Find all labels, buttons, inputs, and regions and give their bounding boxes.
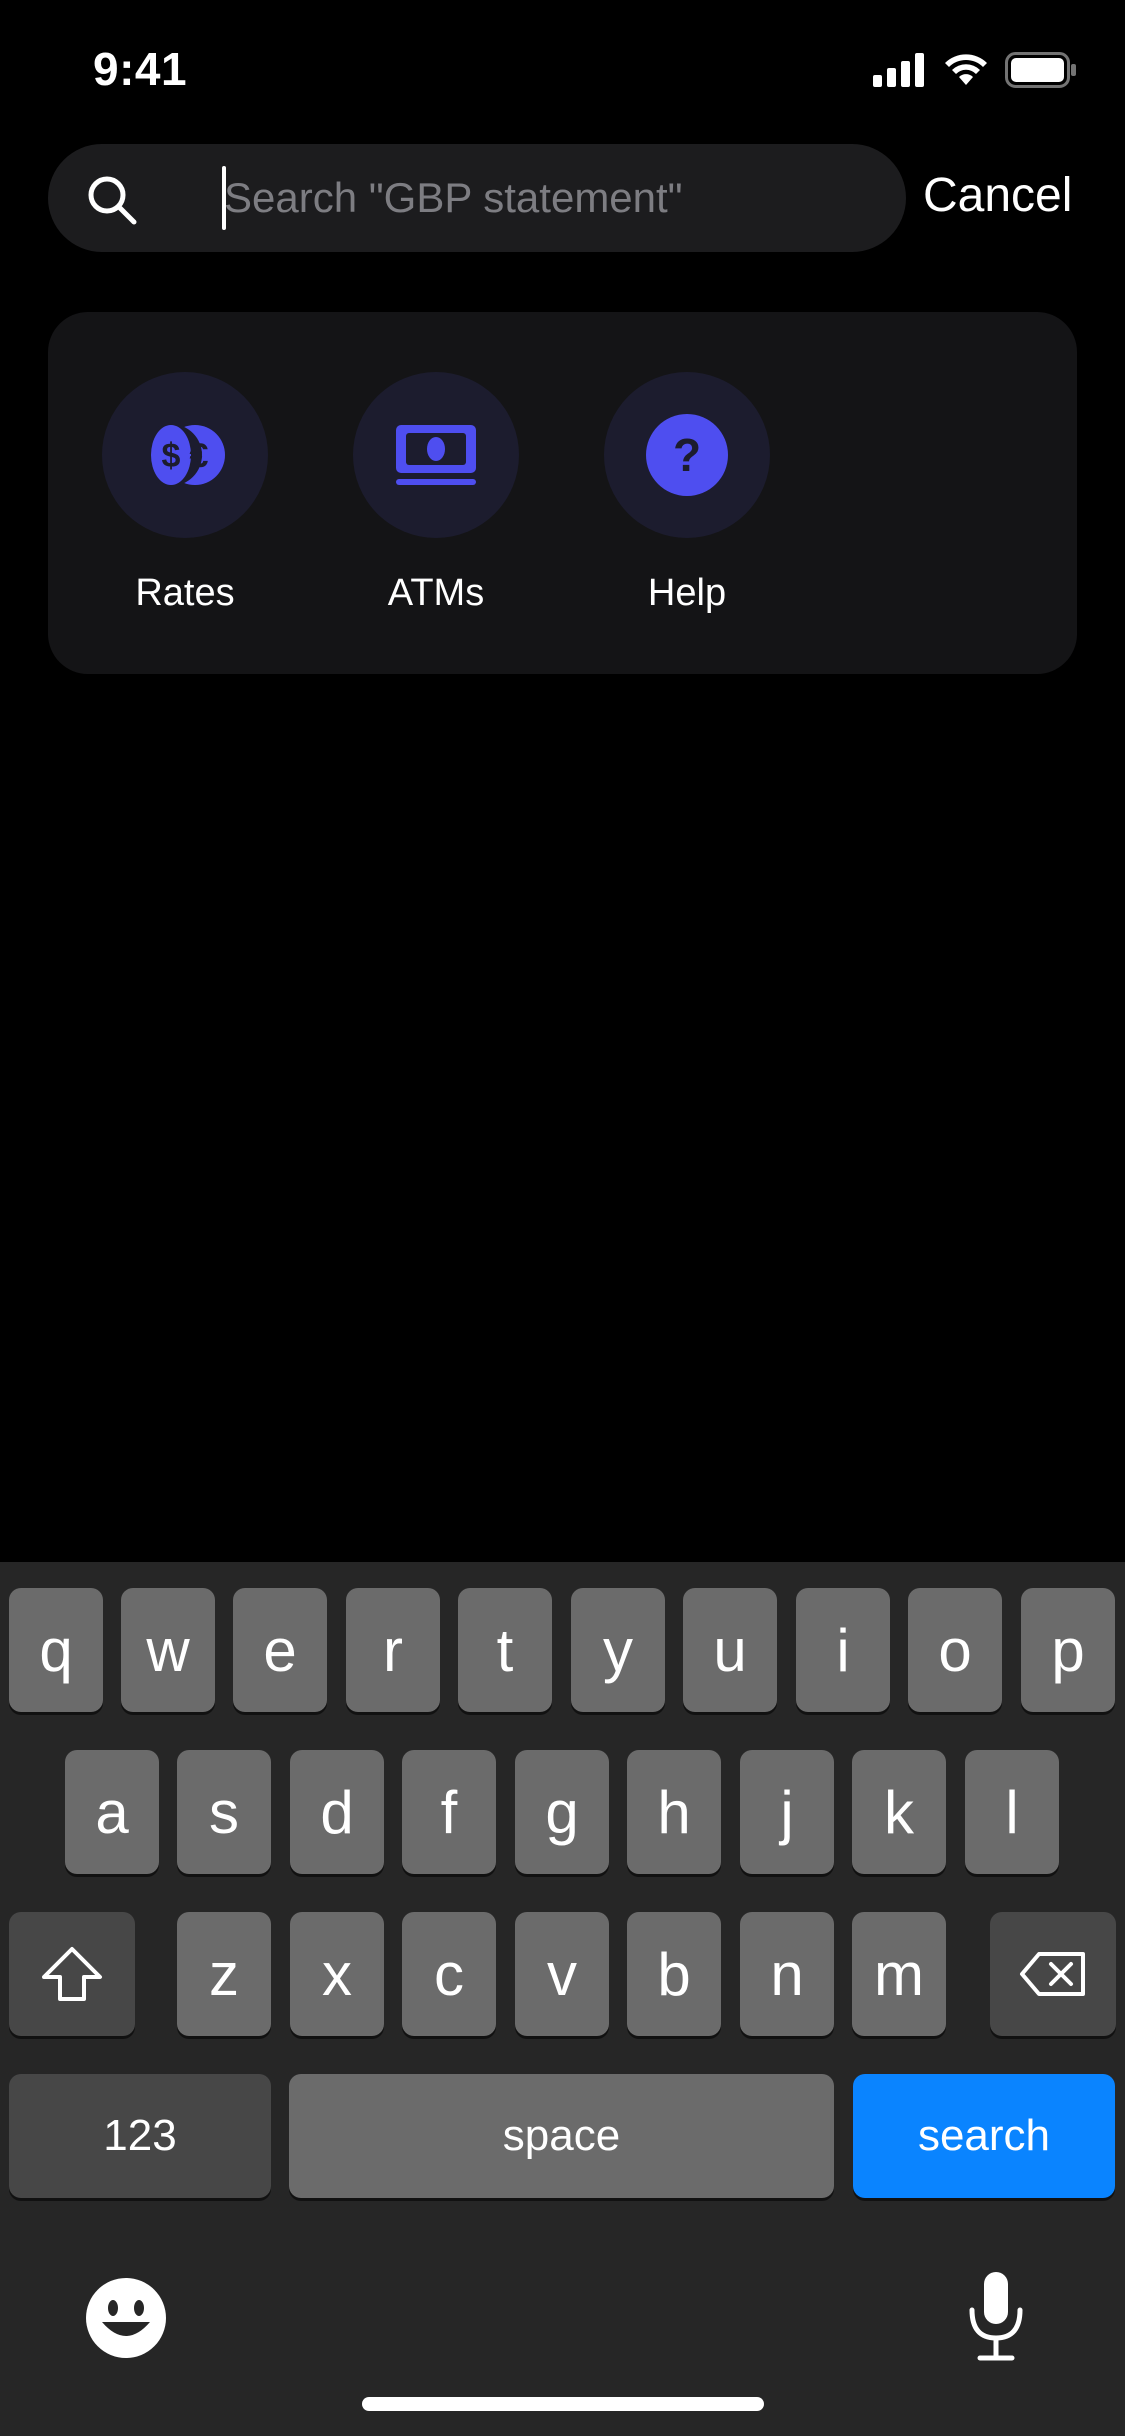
- emoji-icon[interactable]: [84, 2276, 168, 2360]
- wifi-icon: [945, 54, 987, 85]
- cash-icon: [396, 425, 476, 485]
- key-q[interactable]: q: [9, 1588, 103, 1712]
- svg-text:$: $: [162, 437, 181, 475]
- key-p[interactable]: p: [1021, 1588, 1115, 1712]
- backspace-icon: [1020, 1952, 1085, 1996]
- atms-icon-circle: [353, 372, 519, 538]
- quick-action-label: Help: [647, 572, 727, 614]
- key-o[interactable]: o: [908, 1588, 1002, 1712]
- key-r[interactable]: r: [346, 1588, 440, 1712]
- key-h[interactable]: h: [627, 1750, 721, 1874]
- key-u[interactable]: u: [683, 1588, 777, 1712]
- key-b[interactable]: b: [627, 1912, 721, 2036]
- quick-action-atms[interactable]: ATMs: [311, 372, 561, 615]
- cellular-signal-icon: [873, 53, 924, 87]
- space-key[interactable]: space: [289, 2074, 834, 2198]
- key-z[interactable]: z: [177, 1912, 271, 2036]
- search-icon: [88, 176, 137, 225]
- key-y[interactable]: y: [571, 1588, 665, 1712]
- key-c[interactable]: c: [402, 1912, 496, 2036]
- key-s[interactable]: s: [177, 1750, 271, 1874]
- key-n[interactable]: n: [740, 1912, 834, 2036]
- cancel-button[interactable]: Cancel: [923, 168, 1072, 223]
- rates-icon-circle: $ €: [102, 372, 268, 538]
- home-indicator[interactable]: [362, 2397, 764, 2411]
- search-input[interactable]: [224, 162, 874, 234]
- text-cursor: [222, 166, 226, 230]
- microphone-icon[interactable]: [966, 2270, 1026, 2362]
- key-f[interactable]: f: [402, 1750, 496, 1874]
- numbers-key[interactable]: 123: [9, 2074, 271, 2198]
- quick-action-label: ATMs: [387, 572, 485, 614]
- key-k[interactable]: k: [852, 1750, 946, 1874]
- quick-actions-card: $ € Rates ATMs ? Help: [48, 312, 1077, 674]
- help-icon-circle: ?: [604, 372, 770, 538]
- key-x[interactable]: x: [290, 1912, 384, 2036]
- search-bar[interactable]: [48, 144, 906, 252]
- search-screen: 9:41 Cancel: [0, 0, 1125, 2436]
- key-v[interactable]: v: [515, 1912, 609, 2036]
- quick-action-help[interactable]: ? Help: [562, 372, 812, 615]
- keyboard: q w e r t y u i o p a s d f g h j k l z …: [0, 1562, 1125, 2436]
- svg-text:?: ?: [673, 429, 701, 481]
- key-m[interactable]: m: [852, 1912, 946, 2036]
- key-e[interactable]: e: [233, 1588, 327, 1712]
- question-icon: ?: [646, 414, 728, 496]
- key-g[interactable]: g: [515, 1750, 609, 1874]
- battery-icon: [1005, 52, 1076, 88]
- key-t[interactable]: t: [458, 1588, 552, 1712]
- shift-key[interactable]: [9, 1912, 135, 2036]
- quick-action-rates[interactable]: $ € Rates: [60, 372, 310, 615]
- key-j[interactable]: j: [740, 1750, 834, 1874]
- currency-exchange-icon: $ €: [140, 424, 225, 486]
- status-icons: [873, 50, 1077, 90]
- backspace-key[interactable]: [990, 1912, 1116, 2036]
- key-l[interactable]: l: [965, 1750, 1059, 1874]
- key-d[interactable]: d: [290, 1750, 384, 1874]
- key-w[interactable]: w: [121, 1588, 215, 1712]
- search-key[interactable]: search: [853, 2074, 1115, 2198]
- key-i[interactable]: i: [796, 1588, 890, 1712]
- shift-icon: [42, 1947, 102, 2001]
- key-a[interactable]: a: [65, 1750, 159, 1874]
- quick-action-label: Rates: [135, 572, 235, 614]
- status-time: 9:41: [93, 43, 188, 95]
- svg-text:€: €: [190, 437, 209, 475]
